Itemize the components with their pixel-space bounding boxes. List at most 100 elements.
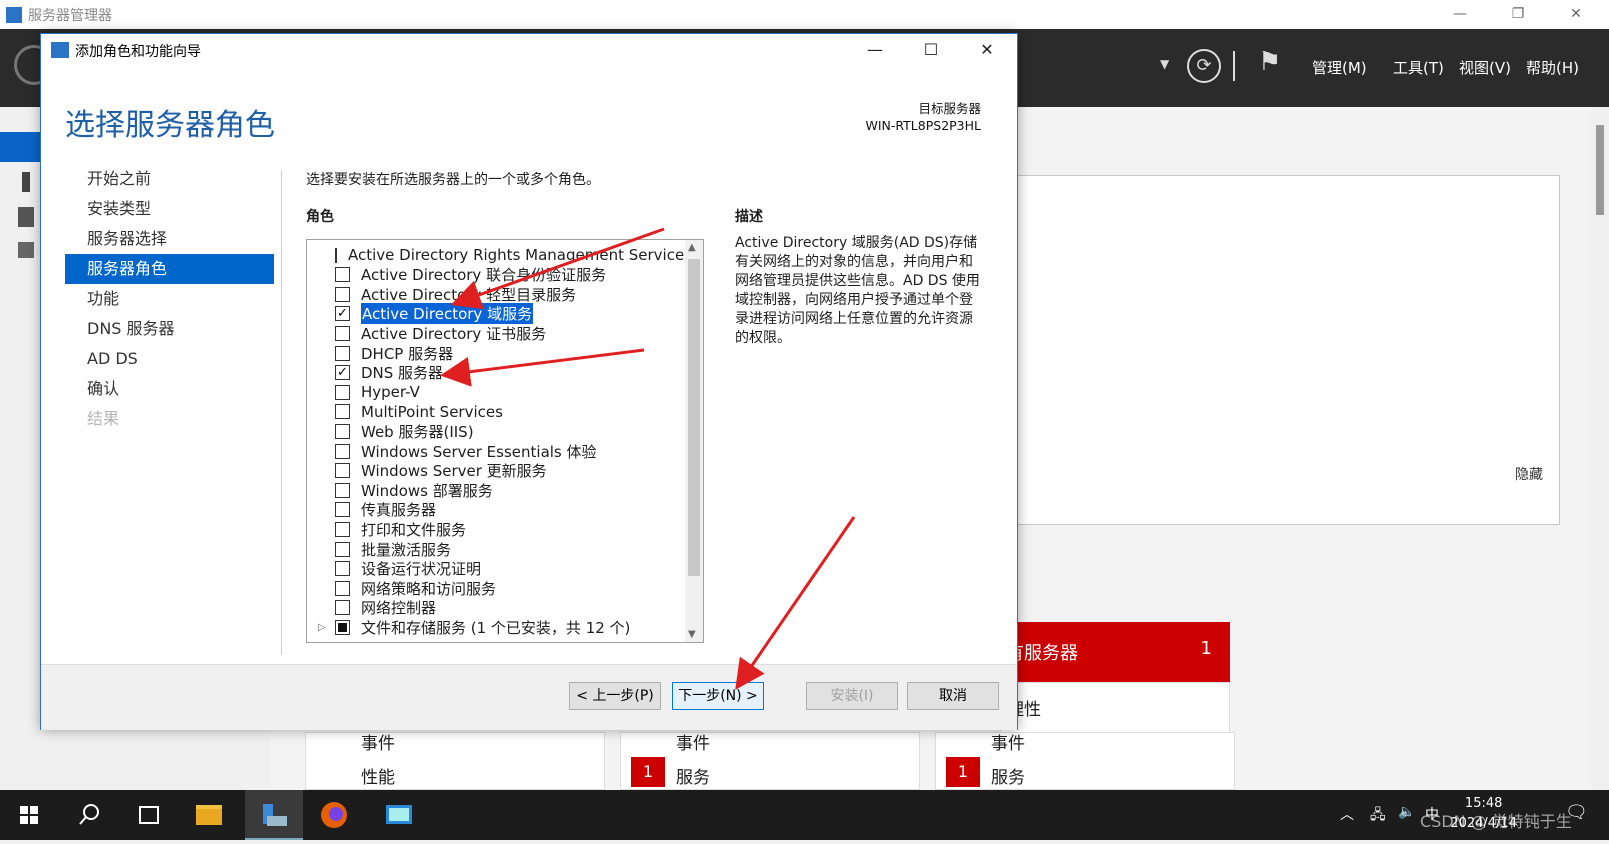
role-item[interactable]: Active Directory 联合身份验证服务 [307, 265, 687, 285]
bg-tile-events[interactable]: 事件 [361, 729, 395, 754]
role-label[interactable]: 传真服务器 [361, 499, 436, 520]
role-checkbox[interactable] [335, 325, 350, 341]
roles-scrollbar-thumb[interactable] [688, 259, 700, 576]
role-label[interactable]: DHCP 服务器 [361, 343, 453, 364]
role-label[interactable]: Windows Server 更新服务 [361, 460, 547, 481]
nav-local-server[interactable] [0, 167, 40, 197]
main-scrollbar[interactable] [1591, 107, 1609, 790]
scroll-up-icon[interactable]: ▲ [688, 242, 696, 253]
close-button[interactable]: ✕ [1553, 0, 1599, 29]
role-label[interactable]: 设备运行状况证明 [361, 558, 481, 579]
role-item[interactable]: 设备运行状况证明 [307, 559, 687, 579]
start-button[interactable] [0, 790, 58, 840]
search-icon[interactable] [60, 790, 118, 840]
wizard-step[interactable]: 服务器选择 [65, 224, 274, 254]
role-label[interactable]: Active Directory 轻型目录服务 [361, 284, 576, 305]
role-checkbox[interactable] [335, 521, 350, 537]
role-label[interactable]: Hyper-V [361, 383, 420, 401]
scroll-down-icon[interactable]: ▼ [688, 629, 696, 640]
role-item[interactable]: Active Directory 轻型目录服务 [307, 284, 687, 304]
role-checkbox[interactable] [335, 247, 337, 263]
role-item[interactable]: Windows Server 更新服务 [307, 461, 687, 481]
wizard-step[interactable]: DNS 服务器 [65, 314, 274, 344]
firefox-icon[interactable] [305, 790, 363, 840]
role-label[interactable]: Active Directory 域服务 [361, 303, 534, 325]
role-checkbox[interactable] [335, 423, 350, 439]
notification-icon[interactable]: 🗨 [1565, 802, 1588, 823]
nav-file-services[interactable] [0, 237, 40, 267]
role-label[interactable]: 网络控制器 [361, 597, 436, 618]
role-item[interactable]: 批量激活服务 [307, 539, 687, 559]
role-item[interactable]: Active Directory Rights Management Servi… [307, 245, 692, 265]
role-checkbox[interactable] [335, 619, 350, 635]
role-item[interactable]: ✓ DNS 服务器 [307, 363, 687, 383]
bg-tile-performance[interactable]: 性能 [361, 763, 395, 788]
wizard-maximize-button[interactable]: ☐ [903, 34, 959, 66]
role-checkbox[interactable]: ✓ [335, 365, 350, 381]
server-manager-taskbar-icon[interactable] [245, 790, 303, 840]
role-item[interactable]: Windows 部署服务 [307, 480, 687, 500]
role-item[interactable]: Windows Server Essentials 体验 [307, 441, 687, 461]
role-item[interactable]: 网络策略和访问服务 [307, 578, 687, 598]
role-checkbox[interactable] [335, 502, 350, 518]
dropdown-arrow-icon[interactable]: ▼ [1160, 57, 1169, 71]
role-checkbox[interactable] [335, 580, 350, 596]
role-item[interactable]: ▷ 文件和存储服务 (1 个已安装，共 12 个) [307, 617, 687, 637]
network-icon[interactable]: 🖧 [1370, 804, 1386, 828]
role-label[interactable]: Active Directory 联合身份验证服务 [361, 264, 606, 285]
wizard-step[interactable]: 功能 [65, 284, 274, 314]
menu-help[interactable]: 帮助(H) [1526, 57, 1579, 78]
role-label[interactable]: MultiPoint Services [361, 403, 503, 421]
role-label[interactable]: Active Directory 证书服务 [361, 323, 546, 344]
role-checkbox[interactable] [335, 267, 350, 283]
role-checkbox[interactable] [335, 345, 350, 361]
nav-dashboard[interactable] [0, 132, 40, 162]
role-item[interactable]: MultiPoint Services [307, 402, 687, 422]
role-label[interactable]: 文件和存储服务 (1 个已安装，共 12 个) [361, 617, 630, 638]
tray-chevron-icon[interactable]: ︿ [1340, 804, 1354, 824]
wizard-minimize-button[interactable]: — [847, 34, 903, 66]
role-label[interactable]: Active Directory Rights Management Servi… [348, 246, 692, 264]
install-button[interactable]: 安装(I) [806, 682, 898, 710]
bg-tile-services[interactable]: 服务 [991, 763, 1025, 788]
role-item[interactable]: ✓ Active Directory 域服务 [307, 303, 687, 325]
bg-tile-events[interactable]: 事件 [991, 729, 1025, 754]
role-item[interactable]: Web 服务器(IIS) [307, 421, 687, 441]
role-checkbox[interactable] [335, 286, 350, 302]
previous-button[interactable]: < 上一步(P) [569, 682, 661, 710]
roles-scrollbar[interactable]: ▲ ▼ [685, 240, 703, 642]
role-checkbox[interactable] [335, 384, 350, 400]
role-checkbox[interactable]: ✓ [335, 306, 350, 322]
minimize-button[interactable]: — [1437, 0, 1483, 29]
file-explorer-icon[interactable] [180, 790, 238, 840]
wizard-step[interactable]: 服务器角色 [65, 254, 274, 284]
role-label[interactable]: DNS 服务器 [361, 362, 443, 383]
role-label[interactable]: 批量激活服务 [361, 539, 451, 560]
servers-tile-header[interactable]: 有服务器 1 [1000, 622, 1230, 682]
role-item[interactable]: 网络控制器 [307, 598, 687, 618]
role-item[interactable]: 打印和文件服务 [307, 519, 687, 539]
maximize-button[interactable]: ❐ [1495, 0, 1541, 29]
role-item[interactable]: 传真服务器 [307, 500, 687, 520]
role-label[interactable]: Windows Server Essentials 体验 [361, 441, 597, 462]
bg-tile-services[interactable]: 服务 [676, 763, 710, 788]
role-checkbox[interactable] [335, 600, 350, 616]
role-item[interactable]: DHCP 服务器 [307, 343, 687, 363]
refresh-icon[interactable]: ⟳ [1187, 49, 1221, 83]
task-view-icon[interactable] [120, 790, 178, 840]
role-checkbox[interactable] [335, 463, 350, 479]
role-label[interactable]: 打印和文件服务 [361, 519, 466, 540]
nav-all-servers[interactable] [0, 202, 40, 232]
menu-view[interactable]: 视图(V) [1459, 57, 1511, 78]
role-checkbox[interactable] [335, 482, 350, 498]
flag-icon[interactable]: ⚑ [1258, 47, 1281, 77]
hide-link[interactable]: 隐藏 [1515, 464, 1543, 484]
wizard-step[interactable]: 开始之前 [65, 164, 274, 194]
role-checkbox[interactable] [335, 561, 350, 577]
role-item[interactable]: Hyper-V [307, 382, 687, 402]
role-checkbox[interactable] [335, 541, 350, 557]
role-item[interactable]: Active Directory 证书服务 [307, 323, 687, 343]
menu-tools[interactable]: 工具(T) [1393, 57, 1444, 78]
role-label[interactable]: Web 服务器(IIS) [361, 421, 474, 442]
next-button[interactable]: 下一步(N) > [672, 682, 764, 710]
